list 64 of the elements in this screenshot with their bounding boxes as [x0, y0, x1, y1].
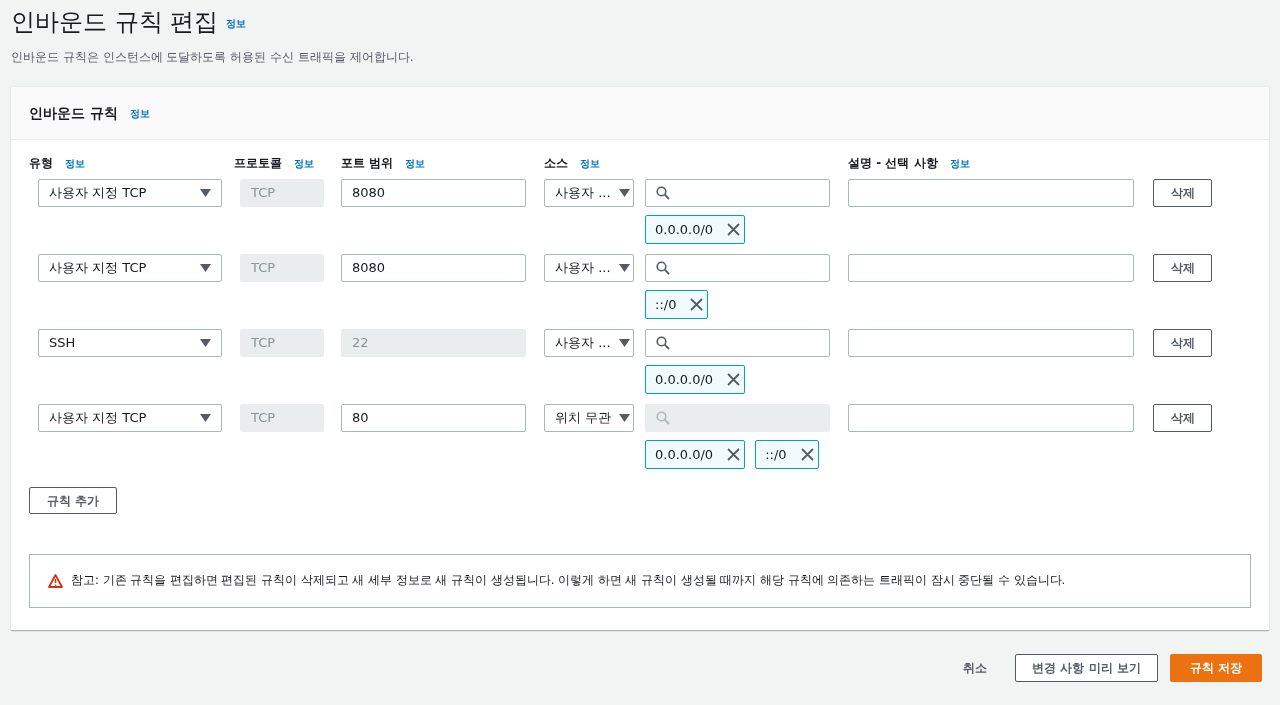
info-link[interactable]: 정보 — [129, 105, 150, 121]
caret-icon — [618, 339, 630, 347]
dropdown-select[interactable]: 사용자 지정 TCP — [38, 254, 222, 282]
column-header: 소스 — [544, 155, 568, 172]
search-field[interactable] — [645, 179, 830, 207]
input-field[interactable]: 8080 — [341, 254, 526, 282]
column-header: 프로토콜 — [234, 155, 282, 172]
column-header: 설명 - 선택 사항 — [848, 155, 938, 172]
caret-icon — [618, 189, 630, 197]
description-field[interactable] — [848, 404, 1134, 432]
add-rule-button[interactable]: 규칙 추가 — [29, 487, 118, 514]
close-icon[interactable] — [727, 223, 741, 236]
delete-button[interactable]: 삭제 — [1153, 179, 1212, 207]
preview-button[interactable]: 변경 사항 미리 보기 — [1015, 654, 1158, 682]
search-icon — [656, 186, 670, 200]
info-link[interactable]: 정보 — [949, 155, 970, 171]
cancel-button[interactable]: 취소 — [947, 654, 1004, 682]
caret-icon — [200, 414, 211, 422]
info-link[interactable]: 정보 — [294, 155, 314, 171]
page-title: 인바운드 규칙 편집 — [11, 7, 219, 38]
close-icon[interactable] — [800, 448, 814, 461]
info-link[interactable]: 정보 — [226, 18, 247, 29]
description-field[interactable] — [848, 329, 1134, 357]
caret-icon — [200, 264, 211, 272]
cidr-value: 0.0.0.0/0 — [655, 445, 714, 464]
delete-button[interactable]: 삭제 — [1153, 329, 1212, 357]
description-field[interactable] — [848, 254, 1134, 282]
dropdown-select[interactable]: 위치 무관 — [544, 404, 634, 432]
column-header: 포트 범위 — [341, 155, 394, 172]
search-field[interactable] — [645, 254, 830, 282]
dropdown-select[interactable]: 사용자 지정 TCP — [38, 179, 222, 207]
delete-button[interactable]: 삭제 — [1153, 254, 1212, 282]
input-field[interactable]: 80 — [341, 404, 526, 432]
panel-title: 인바운드 규칙 — [29, 103, 118, 123]
caret-icon — [200, 189, 211, 197]
input-field[interactable]: 8080 — [341, 179, 526, 207]
dropdown-select[interactable]: SSH — [38, 329, 222, 357]
info-link[interactable]: 정보 — [65, 155, 85, 171]
description-field[interactable] — [848, 179, 1134, 207]
close-icon[interactable] — [727, 448, 741, 461]
warning-icon — [48, 574, 63, 588]
delete-button[interactable]: 삭제 — [1153, 404, 1212, 432]
dropdown-select[interactable]: 사용자 ... — [544, 254, 634, 282]
cidr-value: 0.0.0.0/0 — [655, 370, 714, 389]
caret-icon — [618, 264, 630, 272]
search-icon — [656, 336, 670, 350]
dropdown-select[interactable]: 사용자 ... — [544, 179, 634, 207]
info-link[interactable]: 정보 — [405, 155, 426, 171]
cidr-value: ::/0 — [765, 445, 787, 464]
column-header: 유형 — [29, 155, 53, 172]
search-icon — [656, 411, 670, 425]
caret-icon — [619, 414, 631, 422]
close-icon[interactable] — [727, 373, 741, 386]
dropdown-select[interactable]: 사용자 지정 TCP — [38, 404, 222, 432]
dropdown-select[interactable]: 사용자 ... — [544, 329, 634, 357]
close-icon[interactable] — [690, 298, 704, 311]
page-description: 인바운드 규칙은 인스턴스에 도달하도록 허용된 수신 트래픽을 제어합니다. — [10, 49, 415, 66]
cidr-value: ::/0 — [655, 295, 677, 314]
search-icon — [656, 261, 670, 275]
caret-icon — [200, 339, 211, 347]
warning-text: 참고: 기존 규칙을 편집하면 편집된 규칙이 삭제되고 새 세부 정보로 새 규칙이 생성됩니다. 이렇게 하면 새 규칙이 생성될 때까지 해당 규칙에 의존하는 트래픽이 잠시 중단될 수 있습니다. — [71, 572, 1066, 590]
info-link[interactable]: 정보 — [580, 155, 600, 171]
cidr-value: 0.0.0.0/0 — [655, 220, 714, 239]
search-field[interactable] — [645, 329, 830, 357]
